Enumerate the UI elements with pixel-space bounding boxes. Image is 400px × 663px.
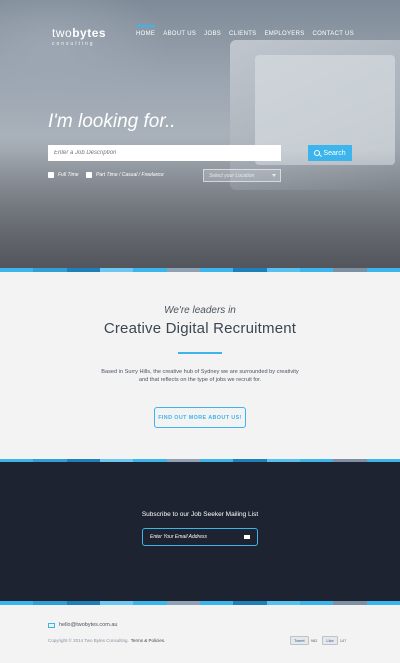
stripe-segment — [299, 601, 334, 605]
stripe-segment — [233, 268, 267, 272]
subscribe-title: Subscribe to our Job Seeker Mailing List — [141, 511, 259, 518]
hero-background-blur — [0, 0, 170, 120]
part-time-checkbox[interactable]: Part Time / Casual / Freelance — [86, 172, 164, 178]
stripe-segment — [66, 268, 100, 272]
tweet-button[interactable]: Tweet 982 — [290, 636, 317, 645]
stripe-segment — [166, 601, 200, 605]
nav-home[interactable]: HOME — [136, 25, 156, 37]
search-button-label: Search — [323, 149, 346, 157]
leaders-subheading: We're leaders in — [164, 305, 236, 316]
envelope-icon — [48, 622, 55, 628]
stripe-segment — [233, 601, 267, 605]
social-buttons: Tweet 982 Like 147 — [290, 636, 346, 645]
like-button[interactable]: Like 147 — [322, 636, 346, 645]
about-description: Based in Surry Hills, the creative hub o… — [101, 369, 299, 383]
stripe-segment — [166, 268, 200, 272]
stripe-segment — [33, 601, 67, 605]
nav-contact-us[interactable]: CONTACT US — [313, 29, 354, 37]
hero-heading: I'm looking for.. — [48, 111, 176, 132]
main-nav: HOME ABOUT US JOBS CLIENTS EMPLOYERS CON… — [136, 25, 354, 37]
stripe-segment — [99, 268, 134, 272]
chevron-down-icon — [272, 174, 276, 177]
subscribe-email-input[interactable]: Enter Your Email Address — [142, 528, 258, 546]
stripe-segment — [266, 268, 300, 272]
search-icon — [314, 150, 321, 156]
stripe-segment — [199, 268, 234, 272]
stripe-segment — [133, 601, 167, 605]
nav-employers[interactable]: EMPLOYERS — [265, 29, 305, 37]
logo-tagline: consulting — [52, 41, 95, 47]
stripe-segment — [0, 601, 34, 605]
tweet-label: Tweet — [290, 636, 309, 645]
stripe-segment — [0, 268, 34, 272]
checkbox-icon — [48, 172, 54, 178]
email-placeholder: Enter Your Email Address — [150, 534, 207, 540]
find-out-more-button[interactable]: FIND OUT MORE ABOUT US! — [154, 407, 246, 428]
copyright-text: Copyright © 2014 Two Bytes Consulting. — [48, 638, 129, 643]
section-title: Creative Digital Recruitment — [103, 320, 297, 337]
like-label: Like — [322, 636, 338, 645]
full-time-checkbox[interactable]: Full Time — [48, 172, 79, 178]
title-underline — [178, 352, 222, 354]
copyright: Copyright © 2014 Two Bytes Consulting. Te… — [48, 638, 165, 643]
stripe-segment — [299, 268, 334, 272]
nav-jobs[interactable]: JOBS — [204, 29, 221, 37]
part-time-label: Part Time / Casual / Freelance — [96, 172, 164, 178]
job-search-input[interactable] — [48, 145, 281, 161]
footer-email-link[interactable]: hello@twobytes.com.au — [59, 622, 117, 628]
full-time-label: Full Time — [58, 172, 79, 178]
search-button[interactable]: Search — [308, 145, 352, 161]
stripe-segment — [266, 601, 300, 605]
stripe-segment — [33, 268, 67, 272]
nav-clients[interactable]: CLIENTS — [229, 29, 256, 37]
stripe-segment — [66, 601, 100, 605]
logo-wordmark: twobytes — [52, 26, 107, 40]
footer-top-stripe — [0, 601, 400, 605]
hero-desk-blur — [0, 150, 400, 270]
tweet-count: 982 — [310, 638, 318, 643]
location-select-placeholder: Select your Location — [209, 172, 255, 179]
logo[interactable]: twobytes consulting — [52, 26, 106, 47]
nav-about-us[interactable]: ABOUT US — [163, 29, 196, 37]
stripe-segment — [333, 601, 367, 605]
like-count: 147 — [339, 638, 347, 643]
stripe-segment — [366, 601, 400, 605]
hero-color-stripe — [0, 268, 400, 272]
stripe-segment — [133, 268, 167, 272]
checkbox-icon — [86, 172, 92, 178]
footer-email[interactable]: hello@twobytes.com.au — [48, 622, 117, 628]
stripe-segment — [99, 601, 134, 605]
terms-policies-link[interactable]: Terms & Policies. — [131, 638, 166, 643]
stripe-segment — [333, 268, 367, 272]
location-select[interactable]: Select your Location — [203, 169, 281, 182]
stripe-segment — [199, 601, 234, 605]
stripe-segment — [366, 268, 400, 272]
submit-icon[interactable] — [244, 535, 250, 539]
